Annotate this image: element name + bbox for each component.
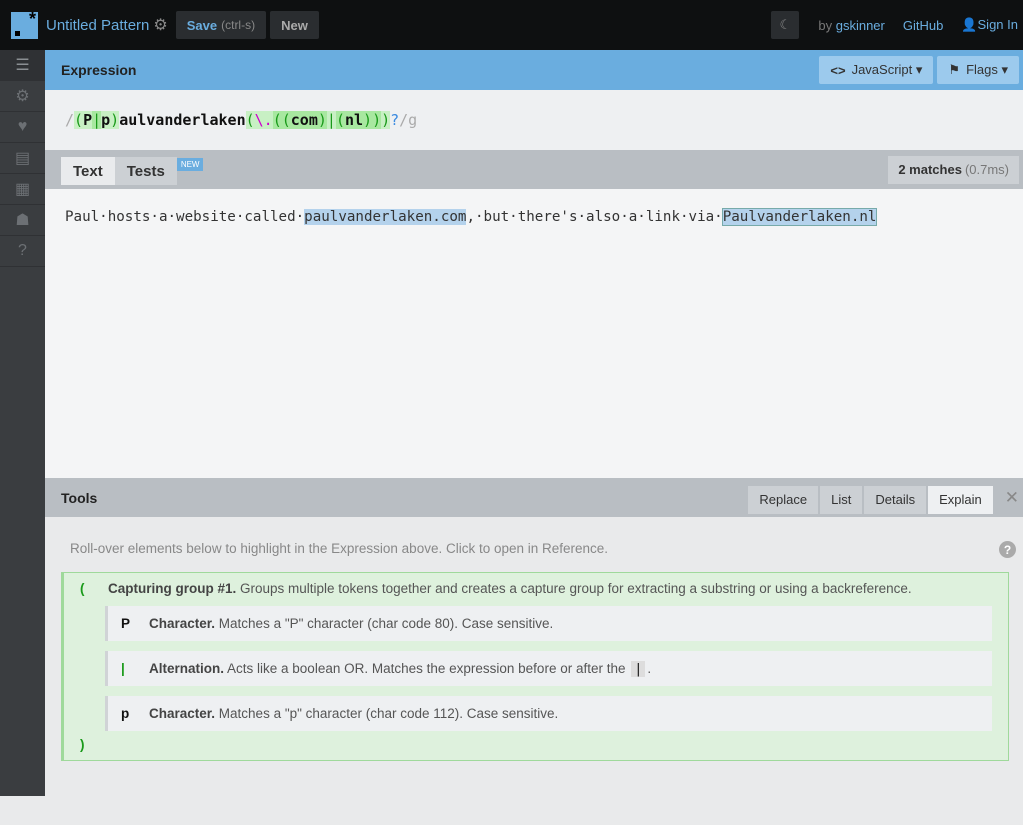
cheatsheet-icon[interactable]: ▤ (0, 143, 45, 174)
user-icon: 👤 (961, 17, 977, 32)
match-highlight: paulvanderlaken.com (304, 209, 466, 225)
save-button[interactable]: Save (ctrl-s) (176, 11, 266, 39)
reference-icon[interactable]: ▦ (0, 174, 45, 205)
group-title: Capturing group #1. (108, 581, 236, 596)
flavor-label: JavaScript ▾ (852, 62, 923, 78)
tab-text[interactable]: Text (61, 157, 115, 185)
alternation-token: | (92, 111, 101, 129)
sidebar: ☰ ⚙ ♥ ▤ ▦ ☗ ? (0, 50, 45, 796)
close-icon[interactable]: ✕ (1005, 488, 1019, 508)
explain-hint: Roll-over elements below to highlight in… (70, 541, 608, 558)
group-close: ) (372, 111, 381, 129)
match-count: 2 matches(0.7ms) (888, 156, 1019, 184)
author-link[interactable]: gskinner (836, 18, 885, 33)
save-label: Save (187, 18, 217, 33)
author-credit: by gskinner (818, 18, 885, 33)
menu-list-icon[interactable]: ☰ (0, 50, 45, 81)
group-open: ( (282, 111, 291, 129)
item-title: Character. (149, 616, 215, 631)
sign-in-label: Sign In (978, 17, 1018, 32)
tab-replace[interactable]: Replace (748, 486, 818, 514)
item-desc: Acts like a boolean OR. Matches the expr… (224, 661, 629, 676)
by-label: by (818, 18, 832, 33)
item-pill: | (631, 661, 645, 677)
tab-list[interactable]: List (820, 486, 862, 514)
escape-token: \. (255, 111, 273, 129)
sign-in-link[interactable]: 👤Sign In (961, 17, 1018, 33)
flag-icon: ⚑ (948, 62, 960, 78)
item-end: . (647, 661, 651, 676)
test-text-input[interactable]: Paul·hosts·a·website·called·paulvanderla… (45, 189, 1023, 478)
github-link[interactable]: GitHub (903, 18, 943, 33)
item-title: Alternation. (149, 661, 224, 676)
tools-header: Tools Replace List Details Explain ✕ (45, 478, 1023, 517)
save-shortcut: (ctrl-s) (221, 18, 255, 32)
explain-item[interactable]: PCharacter. Matches a "P" character (cha… (105, 606, 992, 641)
group-token: ) (80, 737, 108, 752)
text-segment: Paul·hosts·a·website·called· (65, 209, 304, 225)
explain-item[interactable]: |Alternation. Acts like a boolean OR. Ma… (105, 651, 992, 686)
matches-label: 2 matches (898, 162, 962, 177)
gear-icon[interactable]: ⚙ (153, 15, 167, 35)
expression-header: Expression <> JavaScript ▾ ⚑ Flags ▾ (45, 50, 1023, 90)
expression-label: Expression (61, 62, 136, 78)
alternation-token: | (327, 111, 336, 129)
tools-label: Tools (61, 490, 97, 506)
pattern-title[interactable]: Untitled Pattern (46, 17, 149, 34)
quantifier-token: ? (390, 111, 399, 129)
group-close: ) (363, 111, 372, 129)
explain-panel: Roll-over elements below to highlight in… (45, 517, 1023, 825)
group-open: ( (246, 111, 255, 129)
top-bar: * Untitled Pattern ⚙ Save(ctrl-s) New ☾ … (0, 0, 1023, 50)
item-token: p (121, 706, 149, 721)
group-desc: Groups multiple tokens together and crea… (236, 581, 911, 596)
explain-group[interactable]: (Capturing group #1. Groups multiple tok… (61, 572, 1009, 761)
literal-token: com (291, 111, 318, 129)
flavor-dropdown[interactable]: <> JavaScript ▾ (819, 56, 933, 84)
expression-input[interactable]: /(P|p)aulvanderlaken(\.((com)|(nl)))?/g (45, 90, 1023, 150)
tab-explain[interactable]: Explain (928, 486, 993, 514)
group-open: ( (273, 111, 282, 129)
explain-item[interactable]: pCharacter. Matches a "p" character (cha… (105, 696, 992, 731)
char-token: P (83, 111, 92, 129)
group-close: ) (110, 111, 119, 129)
heart-icon[interactable]: ♥ (0, 112, 45, 143)
help-icon[interactable]: ? (999, 541, 1016, 558)
flags: /g (399, 111, 417, 129)
delimiter: / (65, 111, 74, 129)
group-open: ( (336, 111, 345, 129)
text-segment: ,·but·there's·also·a·link·via· (466, 209, 722, 225)
regexr-logo[interactable]: * (11, 12, 38, 39)
group-token: ( (80, 581, 108, 596)
settings-icon[interactable]: ⚙ (0, 81, 45, 112)
item-desc: Matches a "P" character (char code 80). … (215, 616, 553, 631)
flags-dropdown[interactable]: ⚑ Flags ▾ (937, 56, 1019, 84)
new-badge: NEW (177, 158, 204, 171)
item-desc: Matches a "p" character (char code 112).… (215, 706, 558, 721)
code-icon: <> (830, 63, 845, 78)
group-close: ) (318, 111, 327, 129)
text-header: Text Tests NEW 2 matches(0.7ms) (45, 150, 1023, 189)
community-icon[interactable]: ☗ (0, 205, 45, 236)
group-close: ) (381, 111, 390, 129)
tab-tests[interactable]: Tests (115, 157, 177, 185)
match-highlight: Paulvanderlaken.nl (723, 209, 877, 225)
literal-token: nl (345, 111, 363, 129)
literal-token: aulvanderlaken (119, 111, 245, 129)
moon-icon[interactable]: ☾ (771, 11, 799, 39)
item-title: Character. (149, 706, 215, 721)
char-token: p (101, 111, 110, 129)
group-open: ( (74, 111, 83, 129)
item-token: | (121, 661, 149, 676)
item-token: P (121, 616, 149, 631)
new-button[interactable]: New (270, 11, 319, 39)
help-icon[interactable]: ? (0, 236, 45, 267)
tab-details[interactable]: Details (864, 486, 926, 514)
flags-label: Flags ▾ (966, 62, 1008, 78)
match-time: (0.7ms) (965, 162, 1009, 177)
